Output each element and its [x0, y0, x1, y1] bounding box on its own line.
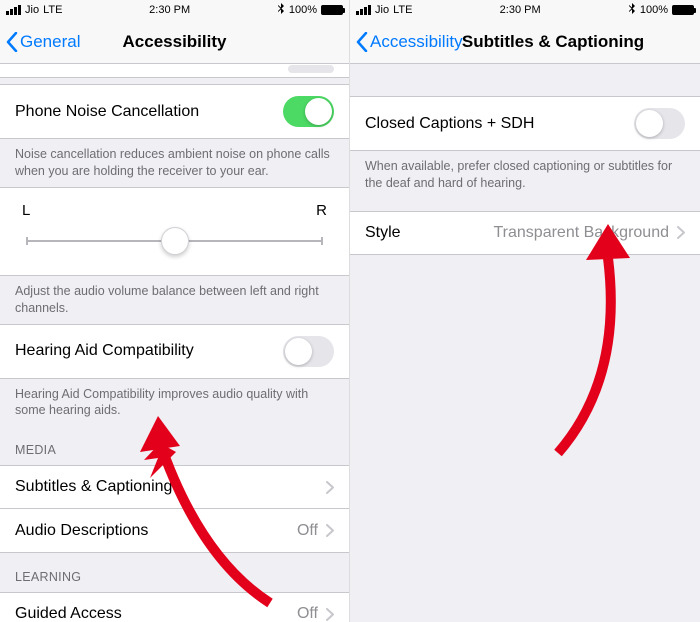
- phone-accessibility: Jio LTE 2:30 PM 100% General Accessibili…: [0, 0, 350, 622]
- signal-icon: [6, 5, 21, 15]
- carrier-label: Jio: [25, 4, 39, 16]
- back-button-accessibility[interactable]: Accessibility: [350, 32, 463, 52]
- nav-bar: General Accessibility: [0, 20, 349, 64]
- balance-right-label: R: [316, 202, 327, 219]
- row-label: Audio Descriptions: [15, 522, 297, 540]
- network-label: LTE: [393, 4, 412, 16]
- row-guided-access[interactable]: Guided Access Off: [0, 592, 349, 622]
- phone-subtitles: Jio LTE 2:30 PM 100% Accessibility Subti…: [350, 0, 700, 622]
- row-value: Off: [297, 522, 318, 540]
- status-bar: Jio LTE 2:30 PM 100%: [350, 0, 700, 20]
- back-label: Accessibility: [370, 32, 463, 52]
- section-header-media: MEDIA: [0, 426, 349, 465]
- row-label: Style: [365, 224, 493, 242]
- slider-thumb[interactable]: [161, 227, 189, 255]
- chevron-right-icon: [326, 608, 334, 621]
- back-button-general[interactable]: General: [0, 32, 80, 52]
- row-label: Closed Captions + SDH: [365, 115, 634, 133]
- row-label: Phone Noise Cancellation: [15, 103, 283, 121]
- row-value: Transparent Background: [493, 224, 669, 242]
- prev-row-peek: [0, 64, 349, 78]
- toggle-hearing-aid[interactable]: [283, 336, 334, 367]
- row-label: Hearing Aid Compatibility: [15, 342, 283, 360]
- footer-cc: When available, prefer closed captioning…: [350, 151, 700, 199]
- nav-bar: Accessibility Subtitles & Captioning: [350, 20, 700, 64]
- row-value: Off: [297, 605, 318, 622]
- battery-icon: [672, 5, 694, 15]
- footer-noise: Noise cancellation reduces ambient noise…: [0, 139, 349, 187]
- toggle-closed-captions[interactable]: [634, 108, 685, 139]
- clock: 2:30 PM: [149, 4, 190, 16]
- clock: 2:30 PM: [500, 4, 541, 16]
- row-style[interactable]: Style Transparent Background: [350, 211, 700, 255]
- row-audio-balance: L R: [0, 187, 349, 276]
- chevron-right-icon: [326, 481, 334, 494]
- settings-list[interactable]: Closed Captions + SDH When available, pr…: [350, 64, 700, 622]
- battery-pct: 100%: [289, 4, 317, 16]
- row-label: Subtitles & Captioning: [15, 478, 318, 496]
- footer-hearing: Hearing Aid Compatibility improves audio…: [0, 379, 349, 427]
- row-audio-descriptions[interactable]: Audio Descriptions Off: [0, 509, 349, 553]
- battery-pct: 100%: [640, 4, 668, 16]
- row-hearing-aid[interactable]: Hearing Aid Compatibility: [0, 324, 349, 379]
- chevron-right-icon: [326, 524, 334, 537]
- back-label: General: [20, 32, 80, 52]
- row-noise-cancellation[interactable]: Phone Noise Cancellation: [0, 84, 349, 139]
- signal-icon: [356, 5, 371, 15]
- row-label: Guided Access: [15, 605, 297, 622]
- toggle-noise-cancellation[interactable]: [283, 96, 334, 127]
- section-header-learning: LEARNING: [0, 553, 349, 592]
- balance-left-label: L: [22, 202, 30, 219]
- balance-slider[interactable]: [18, 227, 331, 255]
- row-closed-captions[interactable]: Closed Captions + SDH: [350, 96, 700, 151]
- footer-balance: Adjust the audio volume balance between …: [0, 276, 349, 324]
- bluetooth-icon: [277, 3, 285, 18]
- network-label: LTE: [43, 4, 62, 16]
- bluetooth-icon: [628, 3, 636, 18]
- carrier-label: Jio: [375, 4, 389, 16]
- chevron-right-icon: [677, 226, 685, 239]
- row-subtitles-captioning[interactable]: Subtitles & Captioning: [0, 465, 349, 509]
- battery-icon: [321, 5, 343, 15]
- settings-list[interactable]: Phone Noise Cancellation Noise cancellat…: [0, 64, 349, 622]
- status-bar: Jio LTE 2:30 PM 100%: [0, 0, 349, 20]
